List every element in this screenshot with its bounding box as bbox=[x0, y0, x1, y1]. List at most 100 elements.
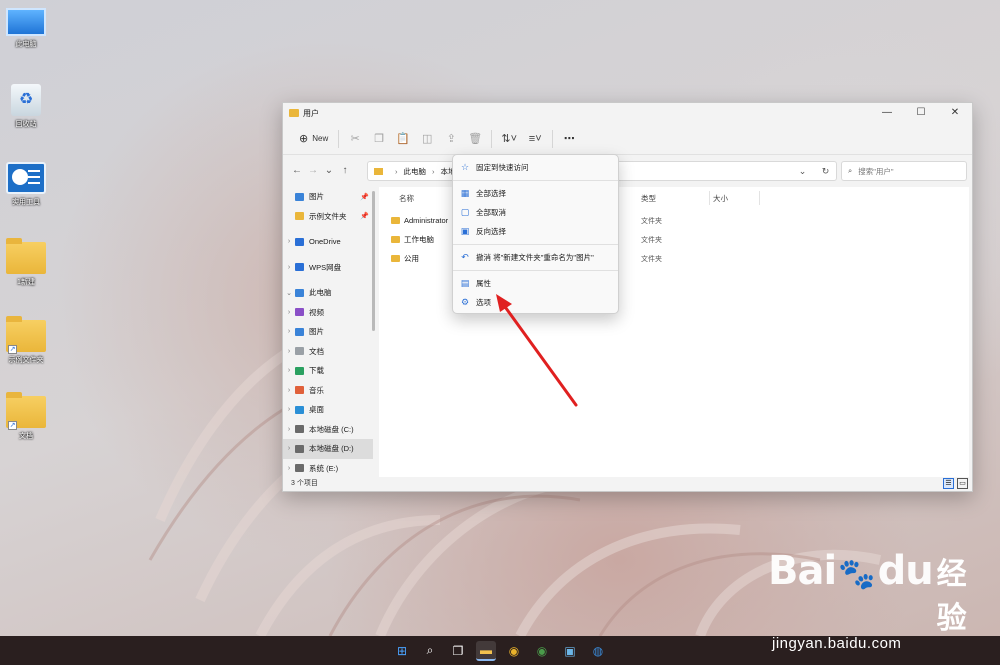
delete-icon[interactable]: 🗑 bbox=[463, 128, 487, 150]
sidebar-scrollbar[interactable] bbox=[372, 191, 375, 331]
expand-chevron-icon[interactable]: › bbox=[283, 445, 295, 452]
expand-chevron-icon[interactable]: › bbox=[283, 309, 295, 316]
desktop-icon-this-pc[interactable]: 此电脑 bbox=[2, 8, 50, 49]
close-button[interactable]: ✕ bbox=[938, 103, 972, 123]
folder-icon bbox=[374, 167, 383, 175]
sidebar-item[interactable]: › 桌面 bbox=[283, 400, 373, 420]
sidebar-item-icon bbox=[295, 405, 304, 414]
view-button[interactable]: ≡˅ bbox=[522, 128, 548, 150]
sidebar-item-label: 本地磁盘 (C:) bbox=[309, 424, 354, 434]
address-actions: ⌄ ↻ bbox=[791, 161, 837, 181]
plus-icon: ⊕ bbox=[299, 133, 309, 145]
menu-item-icon: ▣ bbox=[460, 226, 470, 236]
column-divider[interactable] bbox=[709, 191, 710, 205]
copy-icon[interactable]: ❐ bbox=[367, 128, 391, 150]
expand-chevron-icon[interactable]: › bbox=[283, 238, 295, 245]
column-header-name[interactable]: 名称 bbox=[399, 193, 414, 204]
context-menu-item[interactable]: ▤ 属性 bbox=[453, 274, 618, 293]
up-arrow-icon[interactable]: ↑ bbox=[337, 165, 353, 176]
menu-item-label: 撤消 将"新建文件夹"重命名为"图片" bbox=[476, 253, 594, 262]
title-bar[interactable]: 用户 bbox=[283, 103, 972, 123]
file-row[interactable]: Administrator bbox=[391, 211, 448, 229]
task-view-icon[interactable]: ❐ bbox=[448, 641, 468, 661]
expand-chevron-icon[interactable]: › bbox=[283, 264, 295, 271]
view-toggle: ☰ ▭ bbox=[943, 478, 968, 489]
expand-chevron-icon[interactable]: › bbox=[283, 367, 295, 374]
column-header-size[interactable]: 大小 bbox=[713, 193, 728, 204]
search-input[interactable]: ⌕ 搜索"用户" bbox=[841, 161, 967, 181]
breadcrumb-this-pc[interactable]: 此电脑 bbox=[404, 166, 427, 177]
sidebar-item-icon bbox=[295, 444, 304, 453]
sort-button[interactable]: ⇅˅ bbox=[496, 128, 522, 150]
desktop-icon-utilities[interactable]: 实用工具 bbox=[2, 162, 50, 207]
sidebar-item[interactable]: 示例文件夹 📌 bbox=[283, 207, 373, 227]
context-menu-item[interactable]: ☆ 固定到快速访问 bbox=[453, 158, 618, 177]
forward-arrow-icon[interactable]: → bbox=[305, 165, 321, 176]
file-name: Administrator bbox=[404, 215, 449, 225]
window-controls: — ☐ ✕ bbox=[870, 103, 972, 123]
menu-item-icon: ▦ bbox=[460, 188, 470, 198]
rename-icon[interactable]: ◫ bbox=[415, 128, 439, 150]
expand-chevron-icon[interactable]: ⌄ bbox=[283, 289, 295, 297]
address-dropdown-icon[interactable]: ⌄ bbox=[799, 166, 807, 177]
sidebar-item[interactable]: › 下载 bbox=[283, 361, 373, 381]
file-name: 工作电脑 bbox=[404, 234, 434, 244]
maximize-button[interactable]: ☐ bbox=[904, 103, 938, 123]
sidebar-item[interactable]: › WPS网盘 bbox=[283, 258, 373, 278]
expand-chevron-icon[interactable]: › bbox=[283, 406, 295, 413]
recent-locations-icon[interactable]: ⌄ bbox=[321, 165, 337, 176]
file-row[interactable]: 工作电脑 bbox=[391, 230, 434, 248]
details-view-button[interactable]: ☰ bbox=[943, 478, 954, 489]
share-icon[interactable]: ⇪ bbox=[439, 128, 463, 150]
expand-chevron-icon[interactable]: › bbox=[283, 387, 295, 394]
desktop-icon-folder-new[interactable]: 1新建 bbox=[2, 238, 50, 287]
sidebar-item-label: 下载 bbox=[309, 366, 324, 376]
expand-chevron-icon[interactable]: › bbox=[283, 465, 295, 472]
sidebar-item[interactable]: › 音乐 bbox=[283, 381, 373, 401]
tiles-view-button[interactable]: ▭ bbox=[957, 478, 968, 489]
sidebar-item[interactable]: ⌄ 此电脑 bbox=[283, 283, 373, 303]
column-divider[interactable] bbox=[759, 191, 760, 205]
paste-icon[interactable]: 📋 bbox=[391, 128, 415, 150]
expand-chevron-icon[interactable]: › bbox=[283, 348, 295, 355]
sidebar-item[interactable]: › OneDrive bbox=[283, 232, 373, 252]
expand-chevron-icon[interactable]: › bbox=[283, 426, 295, 433]
chrome-icon[interactable]: ◉ bbox=[504, 641, 524, 661]
more-options-button[interactable]: ⋯ bbox=[557, 128, 581, 150]
desktop-icon-recycle-bin[interactable]: ♻ 回收站 bbox=[2, 84, 50, 129]
remote-desktop-icon[interactable]: ▣ bbox=[560, 641, 580, 661]
sidebar-item[interactable]: 图片 📌 bbox=[283, 187, 373, 207]
expand-chevron-icon[interactable]: › bbox=[283, 328, 295, 335]
context-menu-item[interactable]: ▢ 全部取消 bbox=[453, 203, 618, 222]
sidebar-item[interactable]: › 视频 bbox=[283, 303, 373, 323]
desktop-icon-sample-folder[interactable]: ↗ 示例文件夹 bbox=[2, 316, 50, 365]
sidebar-item[interactable]: › 文档 bbox=[283, 342, 373, 362]
folder-icon bbox=[289, 109, 299, 117]
file-explorer-icon[interactable]: ▬ bbox=[476, 640, 496, 661]
refresh-icon[interactable]: ↻ bbox=[822, 166, 830, 177]
context-menu-item[interactable]: ▦ 全部选择 bbox=[453, 184, 618, 203]
context-menu-item[interactable]: ▣ 反向选择 bbox=[453, 222, 618, 241]
status-bar: 3 个项目 bbox=[283, 475, 972, 491]
column-header-type[interactable]: 类型 bbox=[641, 193, 656, 204]
toolbar-divider bbox=[338, 129, 340, 148]
desktop-icon-documents[interactable]: ↗ 文档 bbox=[2, 392, 50, 441]
chrome-alt-icon[interactable]: ◉ bbox=[532, 641, 552, 661]
cut-icon[interactable]: ✂ bbox=[343, 128, 367, 150]
sidebar-item[interactable]: › 本地磁盘 (D:) bbox=[283, 439, 373, 459]
sidebar-item-label: 图片 bbox=[309, 192, 324, 202]
back-arrow-icon[interactable]: ← bbox=[289, 165, 305, 176]
sidebar-item-icon bbox=[295, 212, 304, 221]
context-menu-item[interactable]: ⚙ 选项 bbox=[453, 293, 618, 312]
search-icon[interactable]: ⌕ bbox=[420, 641, 440, 661]
new-button[interactable]: ⊕ New bbox=[293, 128, 334, 150]
context-menu-item[interactable]: ↶ 撤消 将"新建文件夹"重命名为"图片" bbox=[453, 248, 618, 267]
sidebar-item-label: 图片 bbox=[309, 327, 324, 337]
minimize-button[interactable]: — bbox=[870, 103, 904, 123]
sidebar-item[interactable]: › 图片 bbox=[283, 322, 373, 342]
browser-icon[interactable]: ◍ bbox=[588, 641, 608, 661]
menu-item-icon: ▢ bbox=[460, 207, 470, 217]
sidebar-item[interactable]: › 本地磁盘 (C:) bbox=[283, 420, 373, 440]
start-icon[interactable]: ⊞ bbox=[392, 641, 412, 661]
file-row[interactable]: 公用 bbox=[391, 249, 419, 267]
